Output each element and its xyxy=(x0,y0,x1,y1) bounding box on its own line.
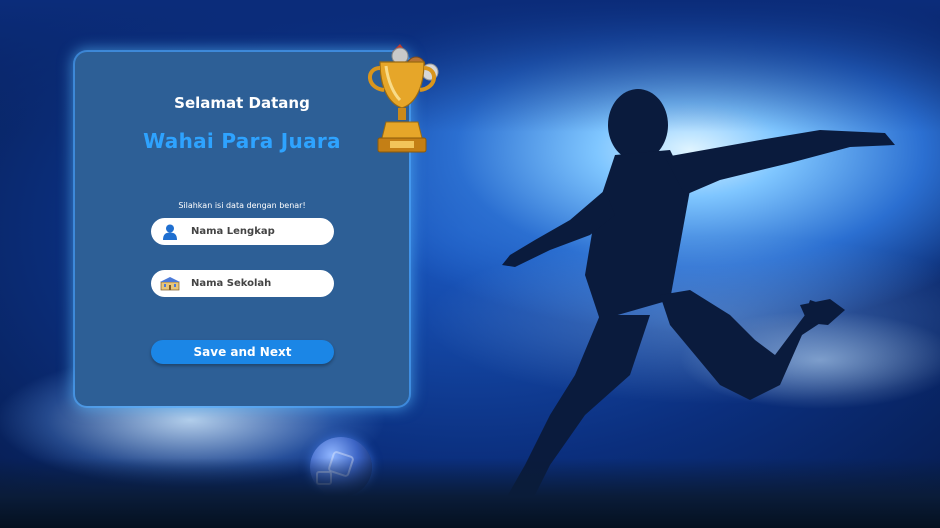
grass-foreground xyxy=(0,458,940,528)
name-input[interactable] xyxy=(189,225,323,238)
save-and-next-button[interactable]: Save and Next xyxy=(151,340,334,364)
school-field[interactable] xyxy=(151,270,334,297)
trophy-icon xyxy=(368,44,439,153)
user-icon xyxy=(151,224,189,240)
school-building-icon xyxy=(151,276,189,291)
form-instruction: Silahkan isi data dengan benar! xyxy=(178,201,306,210)
school-input[interactable] xyxy=(189,277,323,290)
name-field[interactable] xyxy=(151,218,334,245)
